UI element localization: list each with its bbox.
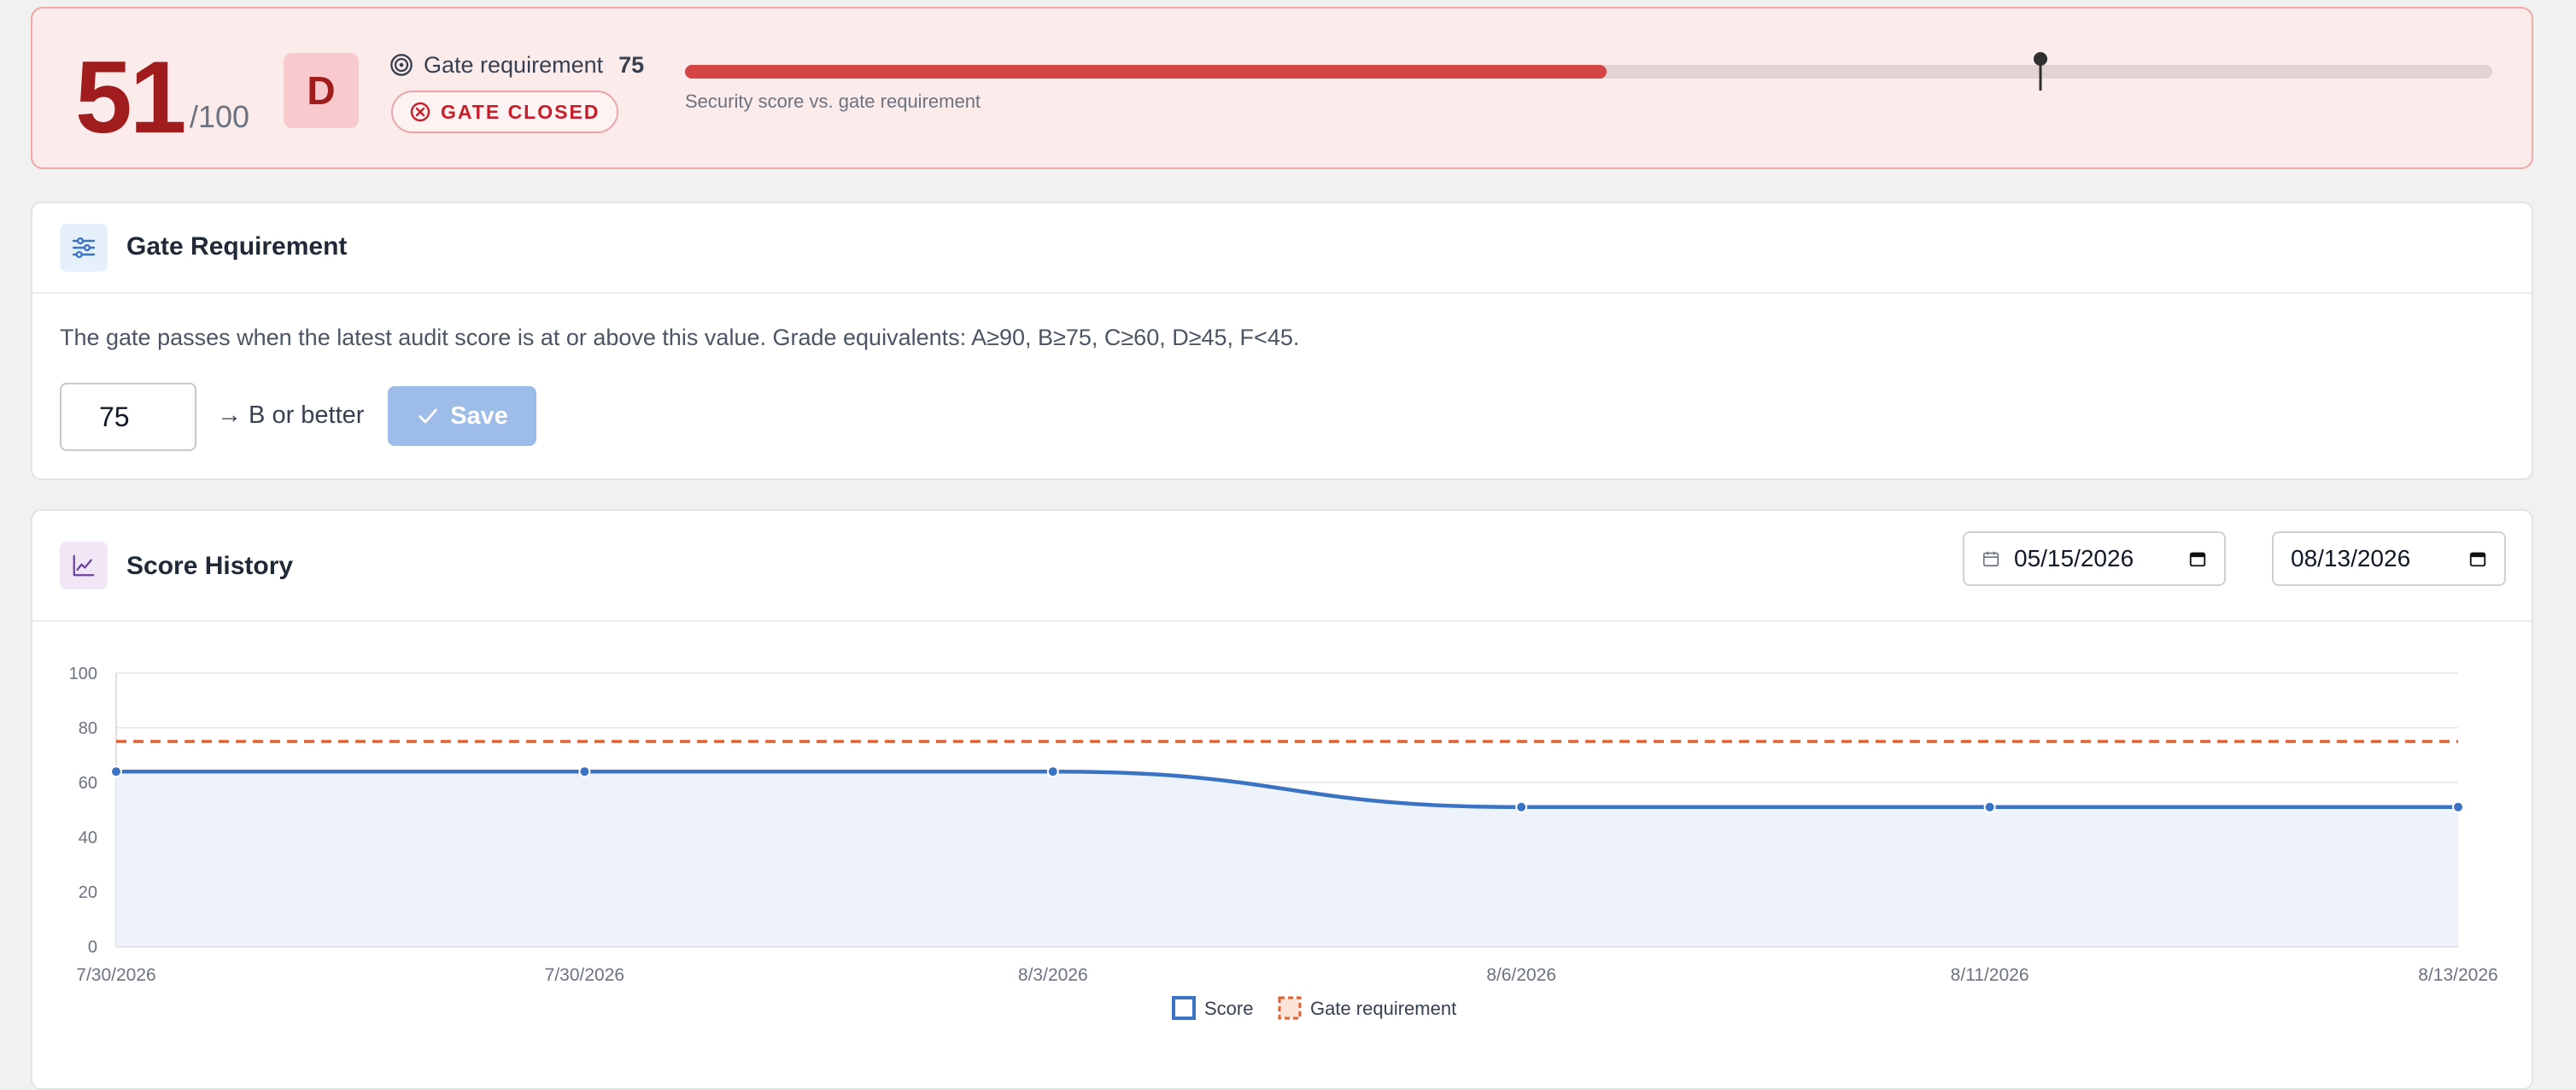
save-button[interactable]: Save [388, 386, 536, 446]
history-card-title: Score History [126, 552, 294, 580]
gate-requirement-marker [2034, 52, 2047, 91]
legend-swatch-gate [1278, 996, 1302, 1020]
date-to-input[interactable]: 08/13/2026 [2272, 531, 2506, 586]
score-progress-fill [685, 65, 1607, 79]
x-tick-label: 7/30/2026 [76, 965, 155, 985]
y-tick-label: 60 [79, 774, 97, 793]
x-tick-label: 8/3/2026 [1018, 965, 1088, 985]
x-tick-label: 8/6/2026 [1486, 965, 1556, 985]
score-progress-bar [685, 52, 2492, 91]
date-from-input[interactable]: 05/15/2026 [1963, 531, 2226, 586]
score-denominator: /100 [190, 99, 250, 134]
calendar-picker-icon[interactable] [2468, 549, 2487, 568]
history-card-header: Score History 05/15/2026 → 08/13/2026 [32, 511, 2532, 622]
x-circle-icon [410, 102, 430, 122]
gate-description: The gate passes when the latest audit sc… [60, 325, 1300, 350]
line-chart-icon [60, 542, 108, 589]
legend-label-gate: Gate requirement [1310, 998, 1456, 1019]
save-button-label: Save [450, 401, 508, 430]
gate-status-text: GATE CLOSED [441, 100, 600, 123]
gate-requirement-label: Gate requirement [424, 51, 604, 78]
legend-label-score: Score [1204, 998, 1253, 1019]
progress-caption: Security score vs. gate requirement [685, 91, 981, 112]
calendar-icon [1982, 551, 1999, 567]
gate-requirement-input[interactable] [60, 383, 196, 451]
score-banner: 51 /100 D Gate requirement 75 GATE CLOSE… [31, 7, 2533, 169]
y-tick-label: 40 [79, 829, 97, 847]
grade-hint: → B or better [217, 401, 365, 429]
score-history-chart: 0 20 40 60 80 100 7/30/2026 7/30/2026 8/3/2026 8/… [69, 665, 2498, 1020]
x-tick-label: 8/13/2026 [2418, 965, 2497, 985]
target-icon [390, 54, 413, 76]
date-to-value: 08/13/2026 [2291, 545, 2411, 571]
date-from-value: 05/15/2026 [2014, 545, 2134, 571]
score-history-card: Score History 05/15/2026 → 08/13/2026 0 2… [31, 509, 2533, 1090]
sliders-icon [60, 224, 108, 272]
gate-status-badge: GATE CLOSED [391, 91, 619, 133]
score-point [1515, 800, 1528, 813]
security-score: 51 [75, 40, 186, 155]
score-point [578, 765, 591, 778]
score-point [110, 765, 122, 778]
score-point [2452, 800, 2464, 813]
score-point [1983, 800, 1996, 813]
gate-card-header: Gate Requirement [32, 203, 2532, 294]
x-tick-label: 8/11/2026 [1951, 965, 2029, 985]
check-icon [419, 408, 437, 424]
gate-requirement-card: Gate Requirement The gate passes when th… [31, 202, 2533, 480]
score-point [1046, 765, 1059, 778]
calendar-picker-icon[interactable] [2188, 549, 2207, 568]
gate-requirement-value: 75 [618, 51, 645, 78]
gate-requirement-summary: Gate requirement 75 [389, 50, 644, 80]
y-tick-label: 20 [79, 883, 97, 902]
line-chart-glyph [73, 554, 95, 577]
x-tick-label: 7/30/2026 [545, 965, 624, 985]
score-area [116, 771, 2458, 946]
gate-card-title: Gate Requirement [126, 232, 348, 261]
sliders-glyph [72, 237, 96, 259]
y-tick-label: 100 [69, 665, 97, 683]
grade-badge: D [284, 53, 359, 128]
y-tick-label: 80 [79, 719, 97, 738]
y-tick-label: 0 [88, 938, 97, 957]
legend-swatch-score [1172, 996, 1196, 1020]
